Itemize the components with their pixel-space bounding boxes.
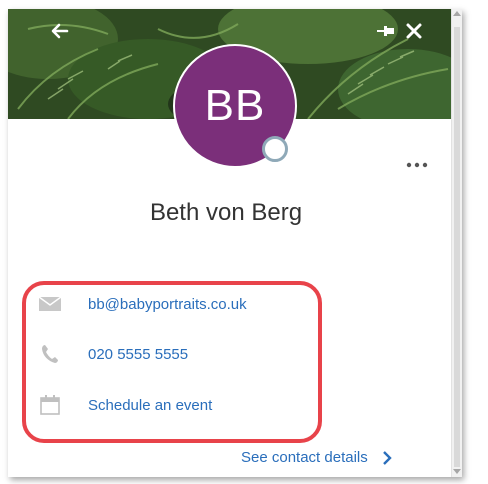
- see-contact-details-link[interactable]: See contact details: [241, 449, 392, 466]
- scrollbar[interactable]: [451, 9, 462, 477]
- chevron-right-icon: [382, 450, 392, 465]
- highlight-annotation: [22, 281, 322, 443]
- contact-card: BB Beth von Berg bb@babyportraits.co.uk …: [8, 9, 462, 477]
- contact-name: Beth von Berg: [149, 199, 303, 226]
- avatar-initials: BB: [204, 81, 266, 130]
- more-options-button[interactable]: [405, 152, 429, 175]
- more-horizontal-icon: [406, 162, 428, 168]
- scrollbar-thumb[interactable]: [454, 27, 460, 467]
- close-icon: [406, 23, 422, 39]
- presence-status-indicator: [262, 136, 288, 162]
- back-button[interactable]: [50, 21, 70, 46]
- arrow-left-icon: [51, 23, 69, 39]
- pin-button[interactable]: [376, 23, 398, 44]
- close-button[interactable]: [404, 21, 424, 46]
- pin-icon: [377, 26, 394, 36]
- scroll-down-arrow[interactable]: [453, 469, 461, 474]
- scroll-up-arrow[interactable]: [453, 11, 461, 16]
- see-contact-details-label: See contact details: [241, 449, 368, 466]
